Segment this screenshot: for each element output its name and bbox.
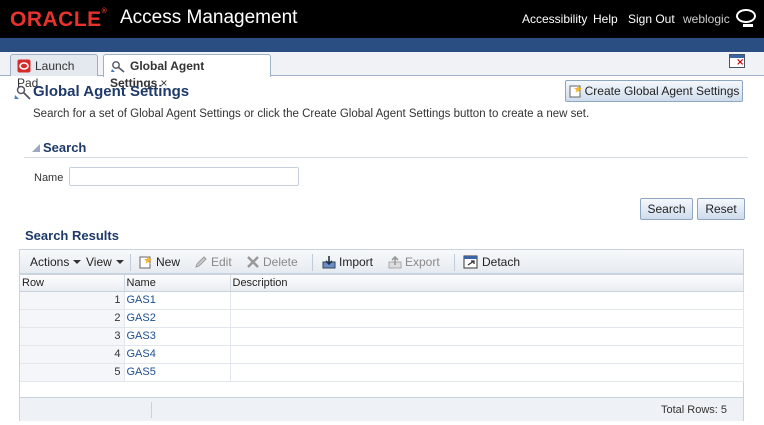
row-description [230, 345, 744, 364]
toolbar-separator [454, 254, 455, 271]
row-number: 2 [20, 309, 125, 328]
table-row[interactable]: 5 GAS5 [20, 363, 744, 382]
footer-separator [151, 402, 152, 418]
table-header-row: Row Name Description [20, 275, 744, 292]
actions-menu[interactable]: Actions [30, 255, 82, 269]
table-row[interactable]: 1 GAS1 [20, 291, 744, 310]
agent-settings-link[interactable]: GAS1 [124, 291, 231, 310]
column-header-description[interactable]: Description [230, 275, 744, 292]
row-number: 5 [20, 363, 125, 382]
toolbar-separator [130, 254, 131, 271]
results-toolbar: Actions View New Edit Delete Import Expo… [19, 249, 744, 274]
header-band [0, 38, 764, 52]
table-row[interactable]: 4 GAS4 [20, 345, 744, 364]
table-row[interactable]: 2 GAS2 [20, 309, 744, 328]
search-section-header[interactable]: Search [32, 140, 86, 155]
detach-button[interactable]: Detach [463, 255, 520, 272]
detach-window-icon[interactable] [729, 54, 745, 68]
tab-launch-pad[interactable]: Launch Pad [10, 54, 98, 90]
help-link[interactable]: Help [593, 12, 618, 26]
search-results-header: Search Results [25, 228, 119, 243]
page-description: Search for a set of Global Agent Setting… [33, 108, 590, 120]
row-description [230, 291, 744, 310]
collapse-triangle-icon[interactable] [32, 144, 40, 152]
agent-settings-link[interactable]: GAS2 [124, 309, 231, 328]
results-table: Row Name Description 1 GAS1 2 GAS2 3 GAS… [19, 274, 744, 421]
sign-out-link[interactable]: Sign Out [628, 12, 675, 26]
agent-settings-link[interactable]: GAS4 [124, 345, 231, 364]
name-label: Name [34, 172, 64, 184]
tab-global-agent-settings[interactable]: Global Agent Settings × [103, 54, 271, 90]
agent-settings-link[interactable]: GAS3 [124, 327, 231, 346]
create-global-agent-settings-button[interactable]: Create Global Agent Settings [565, 80, 743, 102]
import-button[interactable]: Import [322, 255, 373, 272]
edit-icon [194, 255, 208, 272]
import-icon [322, 255, 336, 272]
view-menu[interactable]: View [86, 255, 124, 269]
toolbar-separator [312, 254, 313, 271]
delete-button[interactable]: Delete [246, 255, 298, 272]
o-logo-icon [736, 9, 756, 27]
oracle-logo: ORACLE® [10, 8, 108, 31]
column-header-row[interactable]: Row [20, 275, 125, 292]
table-footer: Total Rows: 5 [20, 397, 743, 421]
accessibility-link[interactable]: Accessibility [522, 12, 587, 26]
create-icon [569, 84, 583, 104]
row-description [230, 327, 744, 346]
delete-icon [246, 255, 260, 272]
top-header: ORACLE® Access Management Accessibility … [0, 0, 764, 38]
agent-settings-icon [14, 83, 32, 104]
export-icon [388, 255, 402, 272]
tab-strip: Launch Pad Global Agent Settings × [0, 52, 764, 90]
divider [24, 157, 748, 158]
name-input[interactable] [69, 167, 299, 186]
column-header-name[interactable]: Name [124, 275, 231, 292]
chevron-down-icon [73, 260, 82, 264]
agent-settings-link[interactable]: GAS5 [124, 363, 231, 382]
page-title: Global Agent Settings [33, 83, 190, 100]
detach-icon [463, 255, 479, 272]
search-button[interactable]: Search [640, 198, 693, 220]
app-title: Access Management [120, 7, 298, 28]
chevron-down-icon [115, 260, 124, 264]
reset-button[interactable]: Reset [697, 198, 745, 220]
table-row[interactable]: 3 GAS3 [20, 327, 744, 346]
edit-button[interactable]: Edit [194, 255, 232, 272]
total-rows: Total Rows: 5 [660, 404, 727, 416]
export-button[interactable]: Export [388, 255, 440, 272]
current-user: weblogic [683, 12, 730, 26]
launch-pad-icon [17, 59, 31, 76]
row-description [230, 363, 744, 382]
new-icon [139, 255, 153, 272]
row-description [230, 309, 744, 328]
row-number: 3 [20, 327, 125, 346]
new-button[interactable]: New [139, 255, 180, 272]
row-number: 1 [20, 291, 125, 310]
agent-settings-icon [110, 59, 126, 76]
row-number: 4 [20, 345, 125, 364]
